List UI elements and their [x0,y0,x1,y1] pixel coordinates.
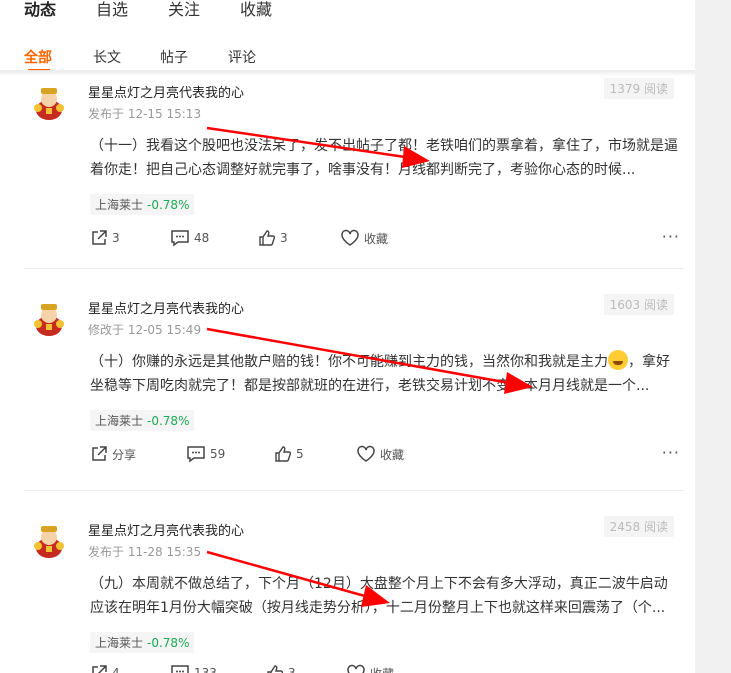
like-button[interactable]: 3 [258,229,288,247]
more-options-icon[interactable]: ··· [662,443,680,462]
post-card: 星星点灯之月亮代表我的心 发布于 11-28 15:35 2458 阅读 （九）… [24,512,684,673]
like-count: 3 [280,231,288,245]
page-gutter [695,0,731,673]
favorite-button[interactable]: 收藏 [346,664,394,673]
comment-button[interactable]: 133 [170,664,217,673]
share-icon [92,665,107,673]
view-count: 1603 阅读 [603,294,674,315]
post-card: 星星点灯之月亮代表我的心 发布于 12-15 15:13 1379 阅读 （十一… [24,74,684,264]
share-button[interactable]: 4 [90,664,120,673]
share-button[interactable]: 3 [90,229,120,247]
feed-panel: 动态 自选 关注 收藏 全部 长文 帖子 评论 星星点灯之月亮代表我的心 发布于… [0,0,695,673]
share-label: 4 [112,666,120,673]
thumbs-up-icon [275,446,292,462]
stock-change: -0.78% [147,198,190,212]
comment-button[interactable]: 48 [170,229,209,247]
like-button[interactable]: 3 [266,664,296,673]
post-content[interactable]: （十一）我看这个股吧也没法呆了，发不出帖子了都！老铁咱们的票拿着，拿住了，市场就… [90,134,680,182]
like-button[interactable]: 5 [274,445,304,463]
view-count: 2458 阅读 [603,516,674,537]
author-name[interactable]: 星星点灯之月亮代表我的心 [88,520,244,539]
sub-tabs: 全部 长文 帖子 评论 [0,44,695,72]
favorite-label: 收藏 [364,231,389,246]
favorite-button[interactable]: 收藏 [340,229,388,247]
author-name[interactable]: 星星点灯之月亮代表我的心 [88,82,244,101]
comment-count: 133 [194,666,217,673]
tab-favorites[interactable]: 收藏 [240,0,272,20]
thumbs-up-icon [259,230,276,246]
post-card: 星星点灯之月亮代表我的心 修改于 12-05 15:49 1603 阅读 （十）… [24,290,684,485]
avatar-icon [34,526,64,558]
comment-count: 59 [210,447,226,461]
content-text: （十）你赚的永远是其他散户赔的钱！你不可能赚到主力的钱，当然你和我就是主力 [90,354,608,370]
stock-change: -0.78% [147,414,190,428]
tab-following[interactable]: 关注 [168,0,200,20]
tab-dynamic[interactable]: 动态 [24,0,56,20]
author-name[interactable]: 星星点灯之月亮代表我的心 [88,298,244,317]
favorite-button[interactable]: 收藏 [356,445,404,463]
post-actions: 4 133 3 收藏 [90,664,680,673]
divider [24,490,684,491]
avatar[interactable] [32,522,66,558]
stock-name: 上海莱士 [95,636,144,650]
post-time: 发布于 12-15 15:13 [88,107,202,121]
share-label: 3 [112,231,120,245]
share-button[interactable]: 分享 [90,445,136,463]
favorite-label: 收藏 [380,447,405,462]
subtab-longform[interactable]: 长文 [93,47,121,67]
thumbs-up-icon [267,665,284,673]
like-count: 5 [296,447,304,461]
stock-tag[interactable]: 上海莱士 -0.78% [90,410,195,431]
comment-button[interactable]: 59 [186,445,225,463]
favorite-label: 收藏 [370,665,394,673]
heart-icon [357,445,375,462]
share-icon [92,230,107,245]
post-actions: 3 48 3 收藏 ··· [90,227,680,249]
comment-count: 48 [194,231,210,245]
stock-tag[interactable]: 上海莱士 -0.78% [90,632,195,653]
avatar[interactable] [32,84,66,120]
post-actions: 分享 59 5 收藏 ··· [90,443,680,465]
laughing-emoji-icon [608,350,628,370]
heart-icon [347,664,365,673]
main-tabs: 动态 自选 关注 收藏 [0,0,695,30]
comment-icon [171,665,189,673]
post-content[interactable]: （九）本周就不做总结了，下个月（12月）大盘整个月上下不会有多大浮动，真正二波牛… [90,572,680,620]
stock-change: -0.78% [147,636,190,650]
stock-name: 上海莱士 [95,414,144,428]
avatar-icon [34,88,64,120]
post-content[interactable]: （十）你赚的永远是其他散户赔的钱！你不可能赚到主力的钱，当然你和我就是主力 ，拿好… [90,350,680,398]
tab-watchlist[interactable]: 自选 [96,0,128,20]
avatar[interactable] [32,300,66,336]
avatar-icon [34,304,64,336]
post-time: 修改于 12-05 15:49 [88,323,202,337]
heart-icon [341,229,359,246]
stock-tag[interactable]: 上海莱士 -0.78% [90,194,195,215]
stock-name: 上海莱士 [95,198,144,212]
share-label: 分享 [112,447,137,462]
post-time: 发布于 11-28 15:35 [88,545,202,559]
view-count: 1379 阅读 [603,78,674,99]
comment-icon [187,446,205,463]
share-icon [92,446,107,461]
subtab-posts[interactable]: 帖子 [160,47,188,67]
divider [24,268,684,269]
comment-icon [171,230,189,247]
subtab-all[interactable]: 全部 [24,47,52,67]
like-count: 3 [288,666,296,673]
subtab-comments[interactable]: 评论 [228,47,256,67]
more-options-icon[interactable]: ··· [662,227,680,246]
